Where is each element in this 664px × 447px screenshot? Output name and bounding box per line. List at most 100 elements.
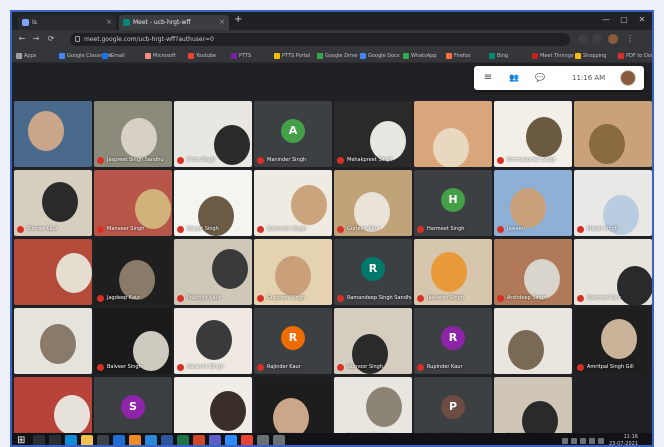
tab-label: Meet - ucb-hrgt-wff	[133, 19, 191, 26]
participant-avatar: R	[441, 326, 465, 350]
system-tray-icon[interactable]	[589, 438, 595, 444]
bookmark-item[interactable]: Meet Timings	[532, 51, 574, 61]
participant-tile[interactable]: R Rajinder Kaur	[254, 308, 332, 374]
minimize-button[interactable]: —	[600, 14, 612, 26]
participant-tile[interactable]: Manveer Singh	[94, 170, 172, 236]
participant-tile[interactable]: Manjit Singh	[574, 170, 652, 236]
participant-tile[interactable]: Jagdeep Kaur	[94, 239, 172, 305]
participant-video	[40, 324, 76, 364]
close-tab-icon[interactable]: ×	[106, 15, 112, 30]
participant-tile[interactable]: Amritpal Singh Gill	[574, 308, 652, 374]
maximize-button[interactable]: ▢	[618, 14, 630, 26]
photos-icon[interactable]	[145, 435, 157, 445]
bookmark-favicon-icon	[403, 53, 409, 59]
system-tray-icon[interactable]	[571, 438, 577, 444]
close-window-button[interactable]: ✕	[636, 14, 648, 26]
teams-icon[interactable]	[209, 435, 221, 445]
participant-tile[interactable]: H Harmeet Singh	[414, 170, 492, 236]
zoom-icon[interactable]	[225, 435, 237, 445]
participant-tile[interactable]: Jaskaran Singh	[414, 239, 492, 305]
participant-tile[interactable]: Jasleen	[494, 170, 572, 236]
participant-tile[interactable]: Pintu Singh	[174, 101, 252, 167]
participant-tile[interactable]: Prabhjot Kaur	[174, 239, 252, 305]
participant-tile[interactable]	[414, 101, 492, 167]
bookmark-item[interactable]: Microsoft	[145, 51, 176, 61]
bookmark-item[interactable]: Google Docs	[360, 51, 399, 61]
participant-tile[interactable]	[494, 308, 572, 374]
bookmark-item[interactable]: Bing	[489, 51, 508, 61]
participant-tile[interactable]: Harmanpreet Singh	[494, 101, 572, 167]
people-icon[interactable]: 👥	[508, 72, 520, 84]
participant-tile[interactable]: Karanvir Singh	[174, 308, 252, 374]
explorer-icon[interactable]	[81, 435, 93, 445]
participant-tile[interactable]: Sukhman Singh	[254, 170, 332, 236]
vlc-icon[interactable]	[129, 435, 141, 445]
edge-icon[interactable]	[65, 435, 77, 445]
tab-meet[interactable]: Meet - ucb-hrgt-wff ×	[119, 15, 229, 30]
system-tray-icon[interactable]	[580, 438, 586, 444]
participant-tile[interactable]: Navjot Singh	[174, 170, 252, 236]
taskbar-clock[interactable]: 11:16 23-07-2021	[609, 434, 638, 445]
system-tray-icon[interactable]	[562, 438, 568, 444]
excel-icon[interactable]	[177, 435, 189, 445]
bookmark-label: Microsoft	[153, 53, 176, 59]
participant-name: Harmeet Singh	[417, 225, 464, 234]
participant-tile[interactable]: Mehakpreet Singh	[334, 101, 412, 167]
bookmark-item[interactable]: PTTS	[231, 51, 251, 61]
browser-window: Is × Meet - ucb-hrgt-wff × + — ▢ ✕ ← → ⟳…	[10, 10, 654, 447]
participant-tile[interactable]	[14, 239, 92, 305]
chat-icon[interactable]: 💬	[534, 72, 546, 84]
bookmark-item[interactable]: Youtube	[188, 51, 216, 61]
extension-icon[interactable]	[592, 34, 602, 44]
settings-icon[interactable]	[257, 435, 269, 445]
system-tray-icon[interactable]	[598, 438, 604, 444]
back-icon[interactable]: ←	[16, 33, 28, 45]
reload-icon[interactable]: ⟳	[45, 33, 57, 45]
bookmark-item[interactable]: Apps	[16, 51, 36, 61]
store-icon[interactable]	[97, 435, 109, 445]
camera-icon[interactable]	[273, 435, 285, 445]
chrome-icon[interactable]	[241, 435, 253, 445]
participant-tile[interactable]: A Maninder Singh	[254, 101, 332, 167]
participant-tile[interactable]: R Rupinder Kaur	[414, 308, 492, 374]
participant-tile[interactable]: Gurleen Kaur	[334, 170, 412, 236]
participant-tile[interactable]: Simran Kaur	[14, 170, 92, 236]
bookmark-item[interactable]: Gmail	[102, 51, 125, 61]
kebab-menu-icon[interactable]: ⋮	[624, 33, 636, 45]
bookmark-item[interactable]: Firefox	[446, 51, 471, 61]
participant-tile[interactable]	[14, 308, 92, 374]
participant-tile[interactable]: Gurnoor Singh	[334, 308, 412, 374]
extension-icon[interactable]	[578, 34, 588, 44]
bookmark-item[interactable]: PDF to Doc	[618, 51, 652, 61]
participant-tile[interactable]: Arshdeep Singh	[494, 239, 572, 305]
bookmark-label: Gmail	[110, 53, 125, 59]
new-tab-button[interactable]: +	[234, 14, 242, 25]
participant-tile[interactable]: R Ramandeep Singh Sandhu	[334, 239, 412, 305]
bookmark-item[interactable]: PTTS Portal	[274, 51, 310, 61]
profile-avatar[interactable]	[608, 34, 618, 44]
powerpoint-icon[interactable]	[193, 435, 205, 445]
participant-tile[interactable]: Jaspreet Singh Sandhu	[94, 101, 172, 167]
search-icon[interactable]	[33, 435, 45, 445]
mail-icon[interactable]	[113, 435, 125, 445]
forward-icon[interactable]: →	[30, 33, 42, 45]
close-tab-icon[interactable]: ×	[219, 15, 225, 30]
menu-icon[interactable]: ≡	[482, 72, 494, 84]
bookmark-favicon-icon	[618, 53, 624, 59]
participant-tile[interactable]	[14, 101, 92, 167]
address-bar[interactable]: meet.google.com/ucb-hrgt-wff?authuser=0	[70, 33, 570, 46]
bookmark-item[interactable]: Shopping	[575, 51, 606, 61]
word-icon[interactable]	[161, 435, 173, 445]
start-icon[interactable]: ⊞	[17, 435, 29, 445]
bookmark-item[interactable]: Google Drive	[317, 51, 358, 61]
participant-tile[interactable]: Gurpreet Singh	[254, 239, 332, 305]
bookmark-item[interactable]: WhatsApp	[403, 51, 437, 61]
tab-other[interactable]: Is ×	[18, 15, 116, 30]
avatar[interactable]	[620, 70, 636, 86]
participant-tile[interactable]: Balveer Singh	[94, 308, 172, 374]
participant-tile[interactable]: Navneet Kaur	[574, 239, 652, 305]
taskview-icon[interactable]	[49, 435, 61, 445]
bookmark-label: WhatsApp	[411, 53, 437, 59]
clock-time: 11:16	[623, 434, 638, 440]
participant-tile[interactable]	[574, 101, 652, 167]
